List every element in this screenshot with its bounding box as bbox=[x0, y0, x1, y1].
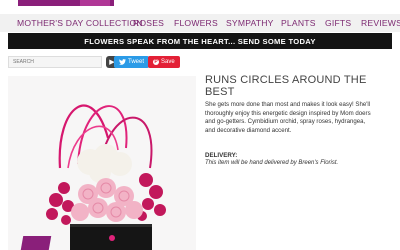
tweet-button[interactable]: Tweet bbox=[114, 56, 150, 68]
twitter-bird-icon bbox=[119, 59, 126, 65]
main-nav: MOTHER'S DAY COLLECTION ROSES FLOWERS SY… bbox=[0, 14, 400, 32]
nav-item-gifts[interactable]: GIFTS bbox=[325, 18, 351, 28]
save-label: Save bbox=[161, 59, 175, 65]
logo[interactable] bbox=[18, 0, 114, 6]
product-image bbox=[8, 76, 196, 250]
nav-item-flowers[interactable]: FLOWERS bbox=[174, 18, 218, 28]
nav-item-plants[interactable]: PLANTS bbox=[281, 18, 316, 28]
nav-item-roses[interactable]: ROSES bbox=[133, 18, 164, 28]
nav-item-reviews[interactable]: REVIEWS bbox=[361, 18, 400, 28]
promo-banner: FLOWERS SPEAK FROM THE HEART... SEND SOM… bbox=[8, 33, 392, 49]
brand-corner-badge bbox=[20, 236, 52, 250]
pinterest-icon: P bbox=[153, 59, 159, 65]
search-bar: ▶ bbox=[8, 56, 118, 68]
search-input[interactable] bbox=[8, 56, 102, 68]
nav-item-sympathy[interactable]: SYMPATHY bbox=[226, 18, 274, 28]
tweet-label: Tweet bbox=[128, 59, 145, 65]
nav-item-mothers-day[interactable]: MOTHER'S DAY COLLECTION bbox=[17, 18, 143, 28]
pinterest-save-button[interactable]: P Save bbox=[148, 56, 180, 68]
product-title: RUNS CIRCLES AROUND THE BEST bbox=[205, 74, 367, 98]
product-description: She gets more done than most and makes i… bbox=[205, 101, 371, 134]
delivery-label: DELIVERY: bbox=[205, 152, 238, 159]
delivery-text: This item will be hand delivered by Bree… bbox=[205, 160, 339, 166]
